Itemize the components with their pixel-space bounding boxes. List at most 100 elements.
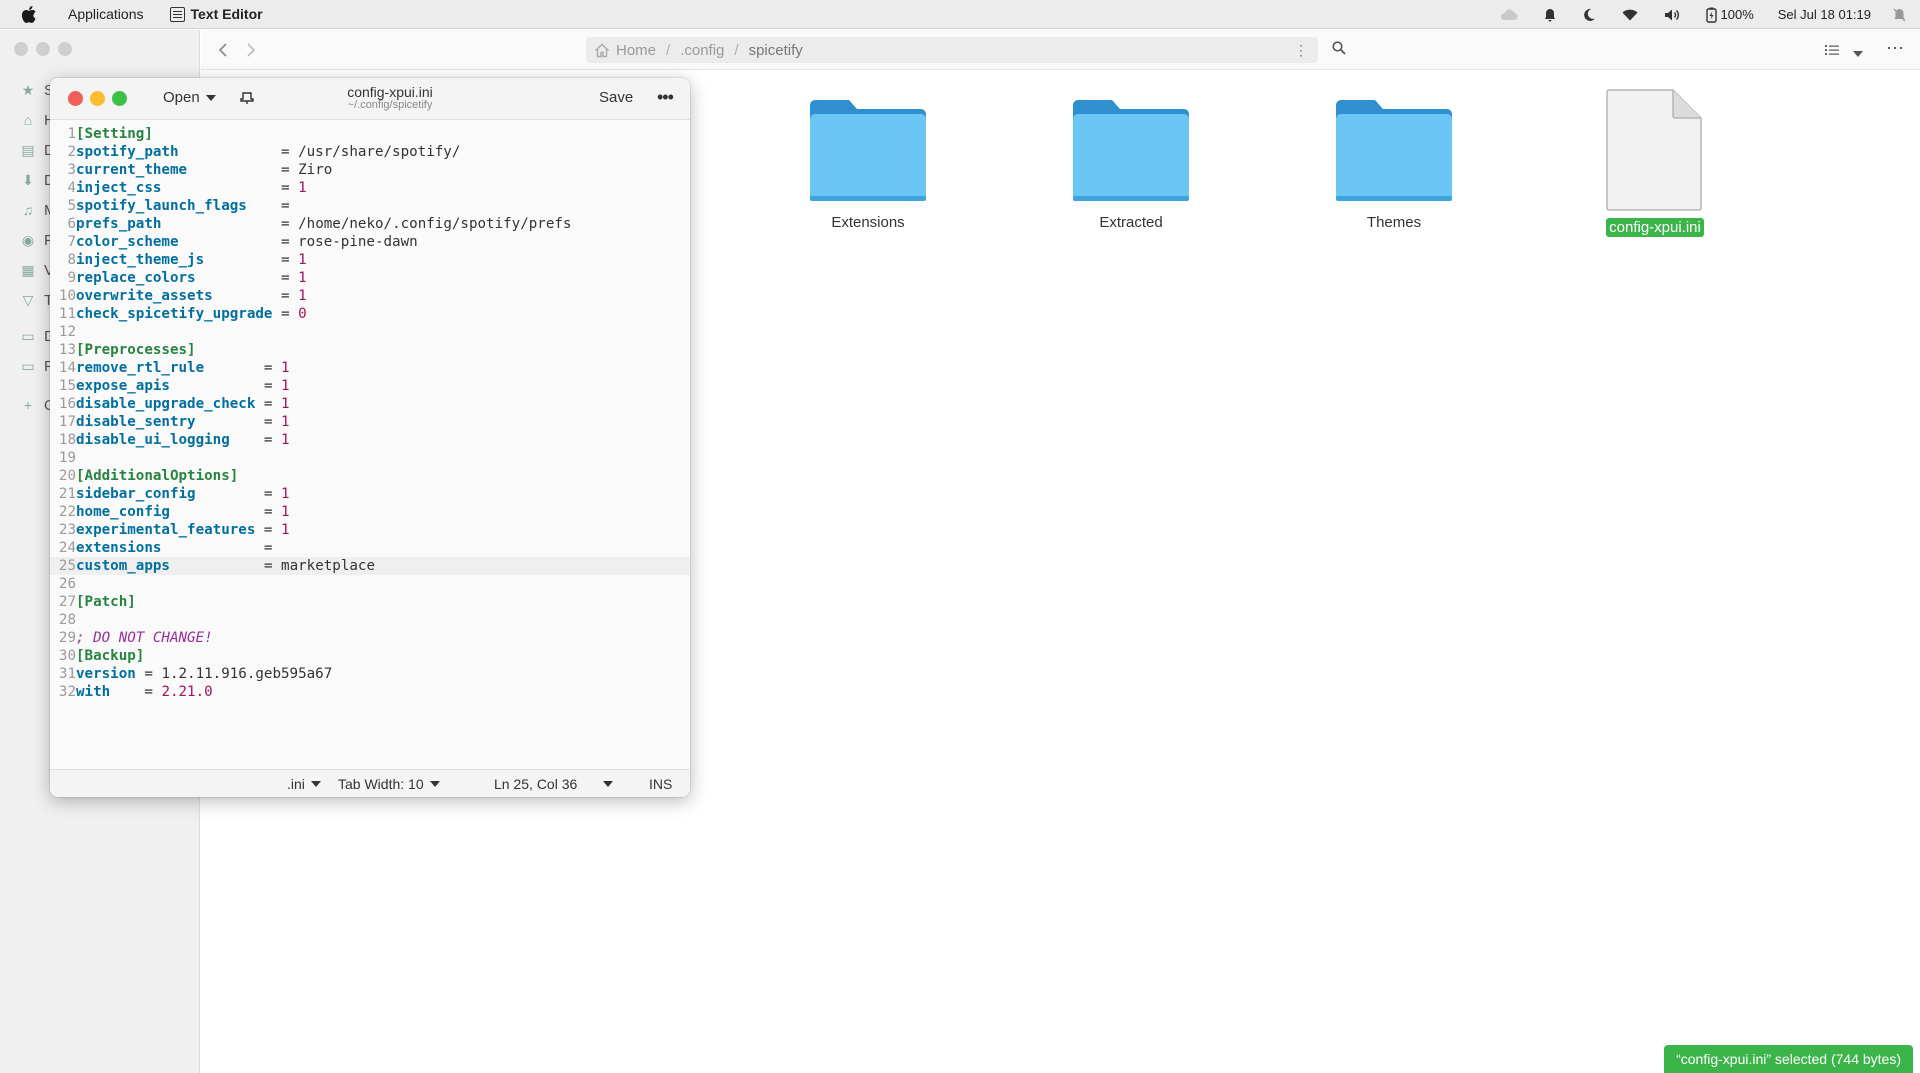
folder-icon: ▭: [21, 357, 35, 374]
ini-padding: [255, 396, 264, 412]
open-button[interactable]: Open: [163, 89, 216, 106]
ini-key: extensions: [76, 540, 162, 556]
ini-equals: =: [281, 288, 299, 304]
chevron-down-icon: [429, 781, 440, 787]
ini-equals: =: [263, 504, 282, 520]
chevron-down-icon: [603, 781, 614, 787]
active-app-menu[interactable]: Text Editor: [169, 6, 263, 22]
ini-value: 1: [281, 414, 290, 430]
minimize-button[interactable]: [90, 91, 105, 106]
file-item-config-xpui[interactable]: config-xpui.ini: [1575, 88, 1735, 237]
ini-equals: =: [263, 486, 282, 502]
path-bar[interactable]: Home / .config / spicetify ⋮: [586, 37, 1318, 63]
code-line: 2 spotify_path = /usr/share/spotify/: [50, 143, 690, 161]
ini-value: 1: [298, 252, 307, 268]
code-line: 1 [Setting]: [50, 125, 690, 143]
code-line: 5 spotify_launch_flags =: [50, 197, 690, 215]
chevron-right-icon: [247, 43, 256, 57]
file-item-label: Extensions: [831, 214, 905, 231]
code-line: 32 with = 2.21.0: [50, 683, 690, 701]
night-mode-icon[interactable]: [1582, 8, 1596, 22]
wifi-icon[interactable]: [1622, 9, 1638, 21]
ini-equals: =: [263, 414, 282, 430]
ini-value: 1: [298, 288, 307, 304]
tab-width-selector[interactable]: Tab Width: 10: [338, 776, 440, 792]
applications-menu[interactable]: Applications: [68, 6, 144, 22]
battery-indicator[interactable]: 100%: [1705, 7, 1754, 23]
folder-item-extensions[interactable]: Extensions: [788, 99, 948, 232]
back-button[interactable]: [213, 40, 233, 60]
cursor-position-selector[interactable]: Ln 25, Col 36: [494, 776, 614, 792]
ini-padding: [161, 216, 281, 232]
ini-equals: =: [263, 396, 282, 412]
line-number: 30: [58, 648, 76, 664]
video-icon: ▦: [21, 261, 35, 278]
insert-mode-indicator[interactable]: INS: [649, 776, 672, 792]
code-line: 12: [50, 323, 690, 341]
line-number: 3: [67, 162, 76, 178]
path-more-icon[interactable]: ⋮: [1294, 42, 1308, 59]
fm-minimize-button[interactable]: [36, 42, 50, 56]
ini-section-header: [Preprocesses]: [76, 342, 196, 358]
clock[interactable]: Sel Jul 18 01:19: [1778, 7, 1871, 22]
code-line: 21 sidebar_config = 1: [50, 485, 690, 503]
volume-icon[interactable]: [1664, 8, 1680, 22]
line-number: 9: [67, 270, 76, 286]
ini-key: disable_ui_logging: [76, 432, 230, 448]
ini-key: check_spicetify_upgrade: [76, 306, 273, 322]
ini-padding: [255, 522, 264, 538]
line-number: 27: [58, 594, 76, 610]
code-line: 23 experimental_features = 1: [50, 521, 690, 539]
cursor-position-label: Ln 25, Col 36: [494, 776, 578, 792]
ini-value: 0: [298, 306, 307, 322]
path-config[interactable]: .config: [680, 42, 724, 59]
ini-section-header: [Setting]: [76, 126, 153, 142]
editor-menu-icon[interactable]: •••: [657, 88, 674, 106]
music-icon: ♫: [22, 202, 34, 218]
battery-percent: 100%: [1720, 7, 1754, 22]
forward-button[interactable]: [241, 40, 261, 60]
ini-key: spotify_launch_flags: [76, 198, 247, 214]
code-editor-area[interactable]: 1 [Setting] 2 spotify_path = /usr/share/spo…: [50, 121, 690, 769]
code-line: 28: [50, 611, 690, 629]
language-selector[interactable]: .ini: [287, 776, 321, 792]
ini-equals: =: [144, 666, 162, 682]
ini-padding: [179, 144, 282, 160]
code-line: 29; DO NOT CHANGE!: [50, 629, 690, 647]
ini-key: expose_apis: [76, 378, 170, 394]
list-view-icon[interactable]: [1825, 43, 1839, 61]
ini-key: inject_css: [76, 180, 162, 196]
maximize-button[interactable]: [112, 91, 127, 106]
view-options-chevron-icon[interactable]: [1853, 45, 1863, 63]
new-tab-icon[interactable]: [240, 91, 256, 107]
folder-item-extracted[interactable]: Extracted: [1051, 99, 1211, 232]
code-line: 8 inject_theme_js = 1: [50, 251, 690, 269]
folder-item-themes[interactable]: Themes: [1314, 99, 1474, 232]
ini-key: experimental_features: [76, 522, 256, 538]
ini-padding: [196, 270, 281, 286]
save-button[interactable]: Save: [599, 89, 633, 106]
document-name: config-xpui.ini: [347, 84, 433, 100]
line-number: 16: [58, 396, 76, 412]
ini-key: overwrite_assets: [76, 288, 213, 304]
notifications-muted-icon[interactable]: [1893, 8, 1906, 22]
documents-icon: ▤: [21, 141, 35, 158]
ini-section-header: [AdditionalOptions]: [76, 468, 239, 484]
close-button[interactable]: [68, 91, 83, 106]
fm-maximize-button[interactable]: [58, 42, 72, 56]
notification-bell-icon[interactable]: [1544, 8, 1556, 22]
star-icon: ★: [21, 81, 35, 98]
ini-padding: [179, 234, 282, 250]
fm-close-button[interactable]: [14, 42, 28, 56]
search-icon[interactable]: [1332, 41, 1346, 60]
code-line: 7 color_scheme = rose-pine-dawn: [50, 233, 690, 251]
apple-logo-icon[interactable]: [14, 4, 42, 24]
code-line: 15 expose_apis = 1: [50, 377, 690, 395]
path-home[interactable]: Home: [594, 42, 656, 59]
ini-equals: =: [281, 270, 299, 286]
ini-equals: =: [281, 216, 299, 232]
cloud-icon[interactable]: [1500, 8, 1518, 21]
ini-key: with: [76, 684, 111, 700]
more-options-icon[interactable]: ⋯: [1886, 38, 1904, 59]
path-current[interactable]: spicetify: [749, 42, 803, 59]
